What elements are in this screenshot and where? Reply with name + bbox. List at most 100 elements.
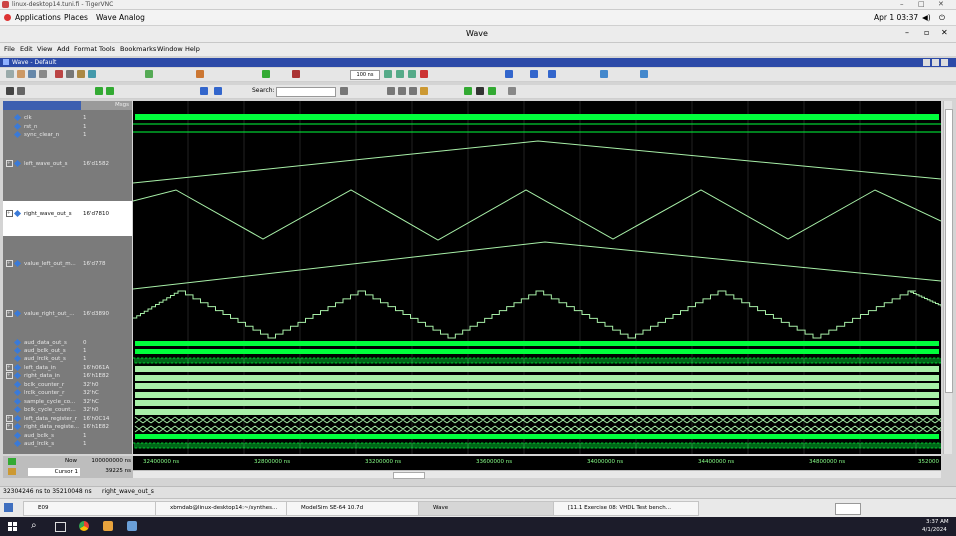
menu-file[interactable]: File: [4, 43, 15, 56]
applications-menu[interactable]: Applications: [15, 10, 61, 25]
zoom-full-icon[interactable]: [409, 87, 417, 95]
find-icon[interactable]: [145, 70, 153, 78]
menu-bookmarks[interactable]: Bookmarks: [120, 43, 156, 56]
time-axis[interactable]: 32400000 ns 32800000 ns 33200000 ns 3360…: [133, 456, 941, 470]
task-modelsim[interactable]: ModelSim SE-64 10.7d: [286, 501, 424, 516]
zoom-cursor-icon[interactable]: [420, 87, 428, 95]
signal-row[interactable]: bclk_counter_r: [3, 380, 64, 389]
workspace-switcher[interactable]: [835, 503, 861, 515]
find-next-edge-icon[interactable]: [214, 87, 222, 95]
search-input[interactable]: [276, 87, 336, 97]
volume-icon[interactable]: ◀): [922, 10, 931, 25]
select-mode-icon[interactable]: [6, 87, 14, 95]
run-length-input[interactable]: 100 ns: [350, 70, 380, 80]
horizontal-scrollbar[interactable]: [133, 471, 941, 479]
signal-row[interactable]: bclk_cycle_count...: [3, 405, 76, 414]
step-out-icon[interactable]: [548, 70, 556, 78]
task-view-icon[interactable]: [55, 522, 66, 532]
menu-edit[interactable]: Edit: [20, 43, 33, 56]
window-close-icon[interactable]: ✕: [941, 28, 948, 37]
pane-close-icon[interactable]: [941, 59, 948, 66]
signal-row[interactable]: sample_cycle_co...: [3, 397, 75, 406]
continue-icon[interactable]: [396, 70, 404, 78]
signal-row[interactable]: aud_bclk_s: [3, 431, 54, 440]
stop-icon[interactable]: [420, 70, 428, 78]
signal-row-selected[interactable]: + right_wave_out_s: [3, 209, 72, 218]
power-icon[interactable]: ⏻: [939, 10, 945, 25]
maximize-icon[interactable]: □: [918, 0, 925, 9]
step-into-icon[interactable]: [505, 70, 513, 78]
task-terminal[interactable]: xbmdab@linux-desktop14:~/synthes...: [155, 501, 293, 516]
zoom-mode-icon[interactable]: [17, 87, 25, 95]
signal-row[interactable]: + right_data_in: [3, 371, 60, 380]
delete-cursor-icon[interactable]: [106, 87, 114, 95]
cut-icon[interactable]: [55, 70, 63, 78]
signal-row[interactable]: + left_wave_out_s: [3, 159, 68, 168]
step-over-icon[interactable]: [530, 70, 538, 78]
signal-row[interactable]: aud_lrclk_out_s: [3, 354, 66, 363]
vnc-viewer-icon[interactable]: [127, 521, 137, 531]
run-all-icon[interactable]: [408, 70, 416, 78]
window-maximize-icon[interactable]: ▫: [924, 28, 929, 37]
menu-tools[interactable]: Tools: [99, 43, 115, 56]
save-icon[interactable]: [28, 70, 36, 78]
compare-icon[interactable]: [600, 70, 608, 78]
event-format-icon[interactable]: [488, 87, 496, 95]
menu-window[interactable]: Window: [157, 43, 183, 56]
literal-format-icon[interactable]: [476, 87, 484, 95]
task-browser[interactable]: [11.1 Exercise 08: VHDL Test bench...: [553, 501, 699, 516]
zoom-in-icon[interactable]: [387, 87, 395, 95]
break-icon[interactable]: [292, 70, 300, 78]
open-icon[interactable]: [17, 70, 25, 78]
cursor-name[interactable]: Cursor 1: [28, 468, 80, 476]
task-e09[interactable]: E09: [23, 501, 157, 516]
zoom-out-icon[interactable]: [398, 87, 406, 95]
undo-icon[interactable]: [88, 70, 96, 78]
signal-row[interactable]: + left_data_in: [3, 363, 56, 372]
signal-row[interactable]: + left_data_register_r: [3, 414, 77, 423]
windows-start-icon[interactable]: [8, 522, 17, 531]
pane-dock-icon[interactable]: [923, 59, 930, 66]
wave-format-icon[interactable]: [464, 87, 472, 95]
menu-view[interactable]: View: [37, 43, 52, 56]
show-desktop-icon[interactable]: [4, 503, 13, 512]
active-app-label[interactable]: Wave Analog: [96, 10, 145, 25]
group-icon[interactable]: [508, 87, 516, 95]
menu-format[interactable]: Format: [74, 43, 97, 56]
app-icon[interactable]: [103, 521, 113, 531]
minimize-icon[interactable]: –: [900, 0, 904, 9]
paste-icon[interactable]: [77, 70, 85, 78]
signal-row[interactable]: aud_lrclk_s: [3, 439, 54, 448]
add-cursor-icon[interactable]: [95, 87, 103, 95]
pane-undock-icon[interactable]: [932, 59, 939, 66]
copy-icon[interactable]: [66, 70, 74, 78]
cursor-toolbar-icon[interactable]: [8, 458, 16, 465]
cursor-lock-icon[interactable]: [8, 468, 16, 475]
signal-row[interactable]: + value_right_out_...: [3, 309, 74, 318]
step-icon[interactable]: [262, 70, 270, 78]
signal-row[interactable]: rst_n: [3, 122, 38, 131]
waveform-canvas[interactable]: [132, 101, 944, 454]
horizontal-scroll-thumb[interactable]: [393, 472, 425, 479]
signal-row[interactable]: clk: [3, 113, 32, 122]
signal-row[interactable]: aud_bclk_out_s: [3, 346, 66, 355]
signal-row[interactable]: sync_clear_n: [3, 130, 59, 139]
signal-row[interactable]: + right_data_registe...: [3, 422, 79, 431]
menu-add[interactable]: Add: [57, 43, 70, 56]
memory-icon[interactable]: [640, 70, 648, 78]
print-icon[interactable]: [39, 70, 47, 78]
run-icon[interactable]: [384, 70, 392, 78]
places-menu[interactable]: Places: [64, 10, 88, 25]
find-previous-edge-icon[interactable]: [200, 87, 208, 95]
task-wave[interactable]: Wave: [418, 501, 556, 516]
window-minimize-icon[interactable]: –: [905, 28, 909, 37]
taskbar-date[interactable]: 4/1/2024: [922, 527, 947, 533]
search-icon[interactable]: [340, 87, 348, 95]
close-icon[interactable]: ✕: [938, 0, 944, 9]
new-icon[interactable]: [6, 70, 14, 78]
signal-row[interactable]: + value_left_out_m...: [3, 259, 76, 268]
clock[interactable]: Apr 1 03:37: [874, 10, 918, 25]
menu-help[interactable]: Help: [185, 43, 200, 56]
vertical-scrollbar[interactable]: [943, 101, 953, 454]
taskbar-time[interactable]: 3:37 AM: [926, 519, 949, 525]
